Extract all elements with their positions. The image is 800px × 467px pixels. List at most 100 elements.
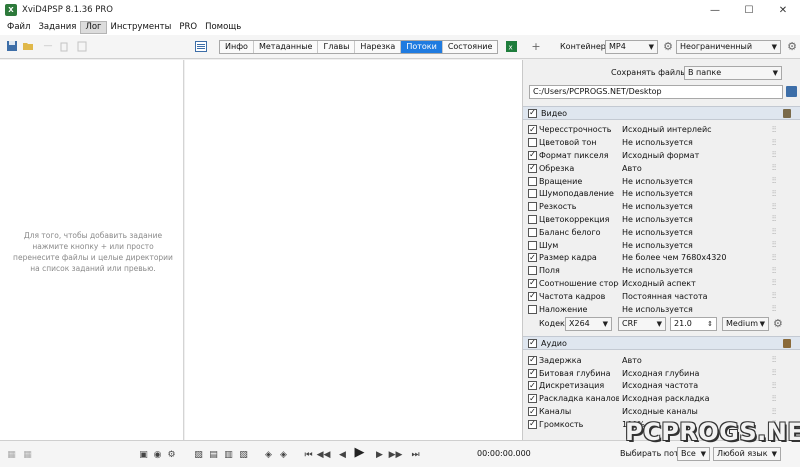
- language-select[interactable]: Любой язык ▼: [713, 447, 781, 461]
- tab-status[interactable]: Состояние: [443, 41, 498, 53]
- filter-value[interactable]: Не используется: [622, 202, 693, 211]
- menu-pro[interactable]: PRO: [175, 21, 201, 34]
- audio-track-icon[interactable]: ◈: [278, 449, 289, 460]
- minimize-button[interactable]: —: [698, 0, 732, 20]
- video-preset-icon[interactable]: [783, 109, 791, 118]
- tune-icon[interactable]: ⫶⫶: [772, 407, 776, 417]
- filter-checkbox[interactable]: [528, 214, 537, 224]
- window-icon[interactable]: ▣: [138, 449, 149, 460]
- filter-value[interactable]: Не используется: [622, 189, 693, 198]
- tune-icon[interactable]: ⫶⫶: [772, 189, 776, 199]
- remove-icon[interactable]: —: [42, 40, 54, 52]
- save-task-icon[interactable]: [6, 40, 18, 52]
- tune-icon[interactable]: ⫶⫶: [772, 240, 776, 250]
- frame-icon[interactable]: ▤: [208, 449, 219, 460]
- tune-icon[interactable]: ⫶⫶: [772, 163, 776, 173]
- filter-value[interactable]: Не используется: [622, 177, 693, 186]
- preview-gear-icon[interactable]: ⚙: [166, 449, 177, 460]
- rewind-icon[interactable]: ◀◀: [317, 449, 331, 460]
- forward-icon[interactable]: ▶▶: [389, 449, 403, 460]
- audio-preset-icon[interactable]: [783, 339, 791, 348]
- filter-value[interactable]: Постоянная частота: [622, 292, 708, 301]
- menu-file[interactable]: Файл: [3, 21, 34, 34]
- tune-icon[interactable]: ⫶⫶: [772, 278, 776, 288]
- preview-window-icon[interactable]: [195, 40, 207, 52]
- tab-streams[interactable]: Потоки: [401, 41, 443, 53]
- filter-checkbox[interactable]: ✓: [528, 150, 537, 160]
- filter-checkbox[interactable]: ✓: [528, 163, 537, 173]
- filter-checkbox[interactable]: [528, 189, 537, 199]
- compare-icon[interactable]: ▥: [223, 449, 234, 460]
- filter-value[interactable]: Исходный формат: [622, 151, 699, 160]
- tune-icon[interactable]: ⫶⫶: [772, 138, 776, 148]
- tune-icon[interactable]: ⫶⫶: [772, 381, 776, 391]
- filter-value[interactable]: Авто: [622, 164, 642, 173]
- filter-value[interactable]: Не используется: [622, 305, 693, 314]
- picture-icon[interactable]: ▨: [193, 449, 204, 460]
- filter-value[interactable]: Исходная глубина: [622, 369, 699, 378]
- tab-info[interactable]: Инфо: [220, 41, 254, 53]
- filter-value[interactable]: Исходный интерлейс: [622, 125, 712, 134]
- rewind-start-icon[interactable]: ⏮: [303, 449, 314, 460]
- delete-icon[interactable]: [58, 40, 70, 52]
- filter-value[interactable]: Не используется: [622, 266, 693, 275]
- filter-value[interactable]: Исходная раскладка: [622, 394, 710, 403]
- filter-checkbox[interactable]: [528, 240, 537, 250]
- menu-tools[interactable]: Инструменты: [107, 21, 176, 34]
- layout-icon[interactable]: ▦: [22, 449, 33, 460]
- filter-checkbox[interactable]: ✓: [528, 394, 537, 404]
- step-back-icon[interactable]: ◀: [337, 449, 348, 460]
- add-icon[interactable]: +: [530, 40, 542, 53]
- filter-checkbox[interactable]: ✓: [528, 278, 537, 288]
- output-path-input[interactable]: C:/Users/PCPROGS.NET/Desktop: [529, 85, 783, 99]
- tab-chapters[interactable]: Главы: [318, 41, 356, 53]
- video-enable-checkbox[interactable]: ✓: [528, 108, 537, 118]
- tune-icon[interactable]: ⫶⫶: [772, 176, 776, 186]
- menu-log[interactable]: Лог: [80, 21, 107, 34]
- tune-icon[interactable]: ⫶⫶: [772, 304, 776, 314]
- filter-value[interactable]: Не более чем 7680x4320: [622, 253, 727, 262]
- filter-checkbox[interactable]: ✓: [528, 125, 537, 135]
- filter-checkbox[interactable]: ✓: [528, 381, 537, 391]
- tune-icon[interactable]: ⫶⫶: [772, 202, 776, 212]
- filter-value[interactable]: Не используется: [622, 228, 693, 237]
- tune-icon[interactable]: ⫶⫶: [772, 125, 776, 135]
- limit-settings-gear-icon[interactable]: ⚙: [786, 40, 798, 53]
- codec-select[interactable]: X264 ▼: [565, 317, 612, 331]
- filter-value[interactable]: Не используется: [622, 138, 693, 147]
- filter-checkbox[interactable]: ✓: [528, 253, 537, 263]
- browse-folder-icon[interactable]: [786, 86, 797, 97]
- tune-icon[interactable]: ⫶⫶: [772, 150, 776, 160]
- limit-select[interactable]: Неограниченный ▼: [676, 40, 781, 54]
- excel-export-icon[interactable]: x: [505, 40, 517, 52]
- tune-icon[interactable]: ⫶⫶: [772, 214, 776, 224]
- tune-icon[interactable]: ⫶⫶: [772, 291, 776, 301]
- filter-checkbox[interactable]: [528, 138, 537, 148]
- filter-checkbox[interactable]: ✓: [528, 291, 537, 301]
- play-icon[interactable]: ▶: [354, 445, 365, 460]
- container-select[interactable]: MP4 ▼: [605, 40, 658, 54]
- tab-trim[interactable]: Нарезка: [355, 41, 402, 53]
- filter-value[interactable]: Авто: [622, 356, 642, 365]
- tune-icon[interactable]: ⫶⫶: [772, 227, 776, 237]
- clear-list-icon[interactable]: [76, 40, 88, 52]
- menu-help[interactable]: Помощь: [201, 21, 245, 34]
- tune-icon[interactable]: ⫶⫶: [772, 368, 776, 378]
- streams-select[interactable]: Все ▼: [677, 447, 710, 461]
- maximize-button[interactable]: ☐: [732, 0, 766, 20]
- volume-icon[interactable]: ◈: [263, 449, 274, 460]
- eye-icon[interactable]: ◉: [152, 449, 163, 460]
- filter-checkbox[interactable]: [528, 304, 537, 314]
- audio-enable-checkbox[interactable]: ✓: [528, 338, 537, 348]
- task-list[interactable]: Для того, чтобы добавить задание нажмите…: [0, 60, 184, 440]
- tune-icon[interactable]: ⫶⫶: [772, 355, 776, 365]
- filter-checkbox[interactable]: [528, 266, 537, 276]
- container-settings-gear-icon[interactable]: ⚙: [662, 40, 674, 53]
- quality-stepper[interactable]: 21.0 ⇕: [670, 317, 717, 331]
- tune-icon[interactable]: ⫶⫶: [772, 266, 776, 276]
- filter-value[interactable]: Исходный аспект: [622, 279, 696, 288]
- codec-settings-gear-icon[interactable]: ⚙: [773, 317, 783, 330]
- tune-icon[interactable]: ⫶⫶: [772, 394, 776, 404]
- forward-end-icon[interactable]: ⏭: [410, 449, 421, 460]
- rate-mode-select[interactable]: CRF ▼: [618, 317, 666, 331]
